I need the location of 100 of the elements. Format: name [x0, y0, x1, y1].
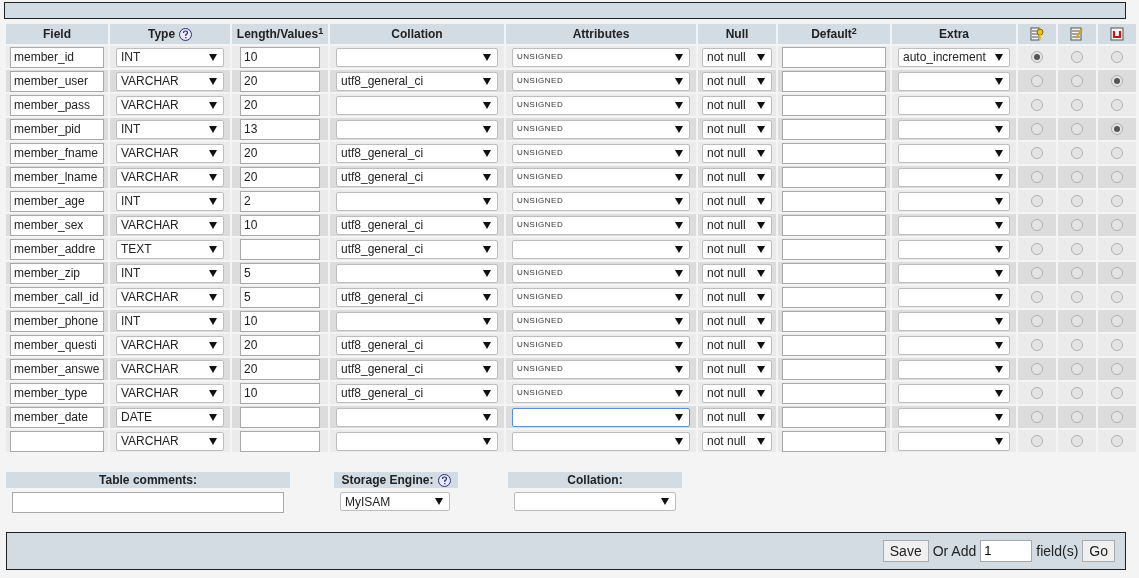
null-select[interactable]: not null — [702, 431, 772, 451]
extra-select[interactable] — [898, 143, 1010, 163]
radio-button[interactable] — [1031, 75, 1043, 87]
type-select[interactable]: INT — [116, 311, 224, 331]
field-name-input[interactable]: member_fname — [10, 142, 104, 164]
collation-select[interactable] — [336, 407, 498, 427]
field-name-input[interactable]: member_questi — [10, 334, 104, 356]
default-input[interactable] — [782, 70, 886, 92]
radio-button[interactable] — [1071, 291, 1083, 303]
type-select[interactable]: VARCHAR — [116, 95, 224, 115]
radio-button[interactable] — [1111, 171, 1123, 183]
attributes-select[interactable]: UNSIGNED — [512, 47, 690, 67]
radio-button[interactable] — [1071, 435, 1083, 447]
type-select[interactable]: VARCHAR — [116, 167, 224, 187]
field-name-input[interactable]: member_lname — [10, 166, 104, 188]
attributes-select[interactable] — [512, 239, 690, 259]
field-name-input[interactable]: member_pass — [10, 94, 104, 116]
length-input[interactable] — [240, 430, 320, 452]
radio-button[interactable] — [1071, 363, 1083, 375]
null-select[interactable]: not null — [702, 119, 772, 139]
field-name-input[interactable]: member_call_id — [10, 286, 104, 308]
radio-button[interactable] — [1111, 435, 1123, 447]
radio-button[interactable] — [1111, 195, 1123, 207]
length-input[interactable]: 13 — [240, 118, 320, 140]
field-name-input[interactable]: member_id — [10, 46, 104, 68]
default-input[interactable] — [782, 214, 886, 236]
extra-select[interactable]: auto_increment — [898, 47, 1010, 67]
default-input[interactable] — [782, 358, 886, 380]
length-input[interactable]: 20 — [240, 94, 320, 116]
null-select[interactable]: not null — [702, 167, 772, 187]
attributes-select[interactable] — [512, 407, 690, 427]
default-input[interactable] — [782, 262, 886, 284]
radio-button[interactable] — [1031, 363, 1043, 375]
length-input[interactable] — [240, 238, 320, 260]
extra-select[interactable] — [898, 431, 1010, 451]
collation-select[interactable] — [336, 191, 498, 211]
collation-select[interactable]: utf8_general_ci — [336, 215, 498, 235]
collation-select[interactable] — [336, 431, 498, 451]
attributes-select[interactable]: UNSIGNED — [512, 143, 690, 163]
collation-select[interactable]: utf8_general_ci — [336, 359, 498, 379]
radio-button[interactable] — [1031, 387, 1043, 399]
extra-select[interactable] — [898, 407, 1010, 427]
radio-button[interactable] — [1111, 147, 1123, 159]
attributes-select[interactable]: UNSIGNED — [512, 71, 690, 91]
type-select[interactable]: VARCHAR — [116, 359, 224, 379]
radio-button[interactable] — [1031, 147, 1043, 159]
length-input[interactable] — [240, 406, 320, 428]
type-select[interactable]: TEXT — [116, 239, 224, 259]
type-select[interactable]: VARCHAR — [116, 431, 224, 451]
radio-button[interactable] — [1071, 123, 1083, 135]
length-input[interactable]: 20 — [240, 70, 320, 92]
attributes-select[interactable]: UNSIGNED — [512, 167, 690, 187]
radio-button[interactable] — [1111, 291, 1123, 303]
length-input[interactable]: 10 — [240, 214, 320, 236]
null-select[interactable]: not null — [702, 263, 772, 283]
length-input[interactable]: 20 — [240, 334, 320, 356]
collation-select[interactable] — [336, 47, 498, 67]
extra-select[interactable] — [898, 263, 1010, 283]
save-button[interactable]: Save — [882, 540, 929, 562]
radio-button[interactable] — [1031, 219, 1043, 231]
radio-button[interactable] — [1111, 219, 1123, 231]
null-select[interactable]: not null — [702, 95, 772, 115]
null-select[interactable]: not null — [702, 143, 772, 163]
type-select[interactable]: INT — [116, 263, 224, 283]
extra-select[interactable] — [898, 71, 1010, 91]
null-select[interactable]: not null — [702, 191, 772, 211]
length-input[interactable]: 20 — [240, 166, 320, 188]
collation-select[interactable]: utf8_general_ci — [336, 71, 498, 91]
radio-button[interactable] — [1071, 51, 1083, 63]
field-name-input[interactable]: member_user — [10, 70, 104, 92]
attributes-select[interactable]: UNSIGNED — [512, 311, 690, 331]
extra-select[interactable] — [898, 287, 1010, 307]
extra-select[interactable] — [898, 239, 1010, 259]
storage-engine-select[interactable]: MyISAM — [340, 492, 450, 511]
length-input[interactable]: 10 — [240, 46, 320, 68]
attributes-select[interactable]: UNSIGNED — [512, 119, 690, 139]
radio-button[interactable] — [1071, 147, 1083, 159]
radio-button[interactable] — [1031, 51, 1043, 63]
attributes-select[interactable]: UNSIGNED — [512, 287, 690, 307]
null-select[interactable]: not null — [702, 215, 772, 235]
null-select[interactable]: not null — [702, 239, 772, 259]
collation-select[interactable] — [336, 119, 498, 139]
collation-select[interactable]: utf8_general_ci — [336, 143, 498, 163]
help-icon[interactable] — [437, 473, 451, 487]
attributes-select[interactable]: UNSIGNED — [512, 95, 690, 115]
default-input[interactable] — [782, 238, 886, 260]
radio-button[interactable] — [1071, 315, 1083, 327]
length-input[interactable]: 2 — [240, 190, 320, 212]
default-input[interactable] — [782, 166, 886, 188]
extra-select[interactable] — [898, 335, 1010, 355]
radio-button[interactable] — [1071, 411, 1083, 423]
type-select[interactable]: INT — [116, 191, 224, 211]
radio-button[interactable] — [1071, 387, 1083, 399]
radio-button[interactable] — [1071, 171, 1083, 183]
collation-select[interactable]: utf8_general_ci — [336, 287, 498, 307]
extra-select[interactable] — [898, 119, 1010, 139]
attributes-select[interactable]: UNSIGNED — [512, 383, 690, 403]
null-select[interactable]: not null — [702, 287, 772, 307]
length-input[interactable]: 10 — [240, 310, 320, 332]
radio-button[interactable] — [1031, 99, 1043, 111]
